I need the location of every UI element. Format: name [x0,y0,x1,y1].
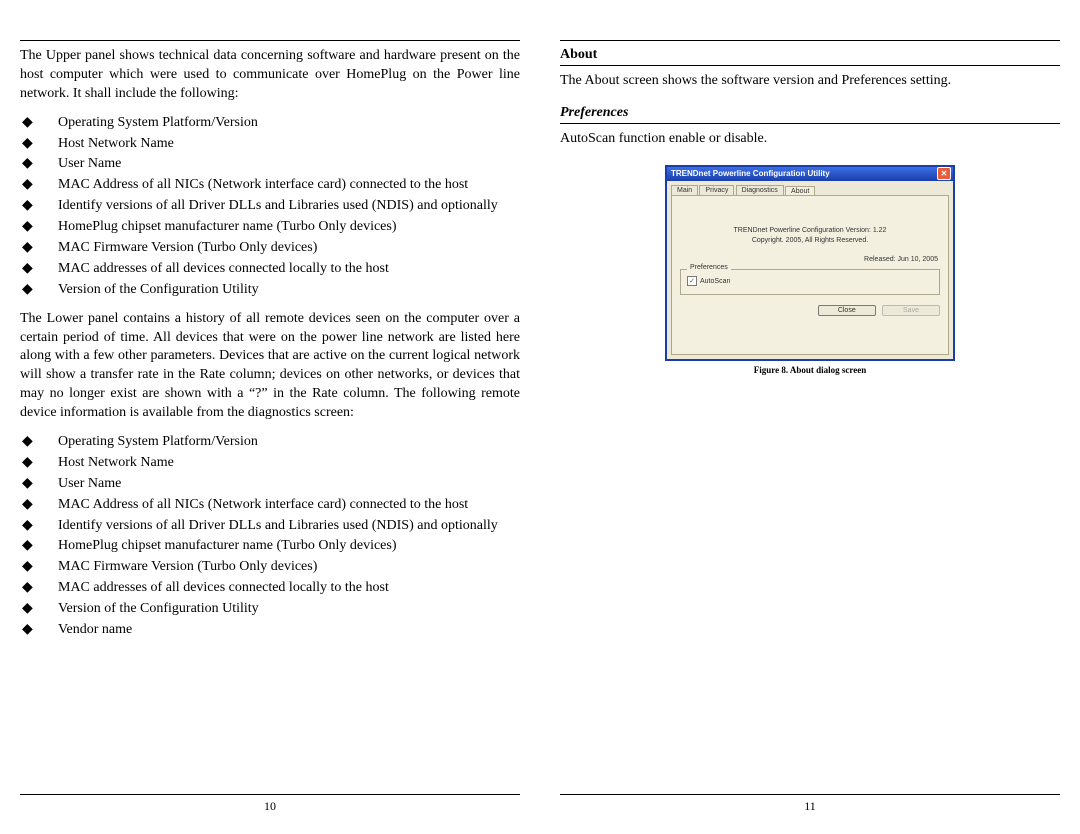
close-icon[interactable]: ✕ [937,167,951,180]
about-text: The About screen shows the software vers… [560,72,1060,91]
diamond-bullet: ◆ [20,135,58,154]
upper-panel-paragraph: The Upper panel shows technical data con… [20,47,520,104]
diamond-bullet: ◆ [20,218,58,237]
diamond-bullet: ◆ [20,621,58,640]
copyright-line: Copyright. 2005, All Rights Reserved. [678,236,942,246]
tab-diagnostics[interactable]: Diagnostics [736,185,784,195]
product-version-line: TRENDnet Powerline Configuration Version… [678,226,942,236]
released-line: Released: Jun 10, 2005 [678,256,938,263]
about-heading: About [560,47,1060,63]
close-button[interactable]: Close [818,305,876,316]
preferences-text: AutoScan function enable or disable. [560,130,1060,149]
window-title: TRENDnet Powerline Configuration Utility [671,169,937,178]
diamond-bullet: ◆ [20,558,58,577]
about-underline [560,65,1060,66]
tab-privacy[interactable]: Privacy [699,185,734,195]
preferences-heading: Preferences [560,105,1060,121]
autoscan-label: AutoScan [700,278,730,285]
titlebar: TRENDnet Powerline Configuration Utility… [667,167,953,181]
diamond-bullet: ◆ [20,454,58,473]
upper-panel-list: ◆Operating System Platform/Version ◆Host… [20,114,520,302]
diamond-bullet: ◆ [20,475,58,494]
page-number-right: 11 [560,799,1060,814]
diamond-bullet: ◆ [20,155,58,174]
diamond-bullet: ◆ [20,176,58,195]
page-number-left: 10 [20,799,520,814]
autoscan-checkbox[interactable]: ✓ [687,276,697,286]
lower-panel-list: ◆Operating System Platform/Version ◆Host… [20,433,520,642]
diamond-bullet: ◆ [20,239,58,258]
tab-panel-about: TRENDnet Powerline Configuration Version… [671,195,949,355]
tabs-row: Main Privacy Diagnostics About [667,181,953,195]
diamond-bullet: ◆ [20,197,58,216]
diamond-bullet: ◆ [20,600,58,619]
about-dialog-figure: TRENDnet Powerline Configuration Utility… [665,165,955,375]
diamond-bullet: ◆ [20,433,58,452]
tab-main[interactable]: Main [671,185,698,195]
diamond-bullet: ◆ [20,114,58,133]
save-button[interactable]: Save [882,305,940,316]
diamond-bullet: ◆ [20,260,58,279]
rule-bottom-left [20,794,520,795]
preferences-groupbox: Preferences ✓ AutoScan [680,269,940,295]
preferences-group-label: Preferences [687,264,731,271]
rule-bottom-right [560,794,1060,795]
lower-panel-paragraph: The Lower panel contains a history of al… [20,310,520,423]
diamond-bullet: ◆ [20,579,58,598]
diamond-bullet: ◆ [20,281,58,300]
diamond-bullet: ◆ [20,537,58,556]
app-window: TRENDnet Powerline Configuration Utility… [665,165,955,361]
preferences-underline [560,123,1060,124]
rule-top-left [20,40,520,41]
diamond-bullet: ◆ [20,517,58,536]
right-page: About The About screen shows the softwar… [560,40,1060,814]
left-page: The Upper panel shows technical data con… [20,40,520,814]
figure-caption: Figure 8. About dialog screen [665,365,955,375]
diamond-bullet: ◆ [20,496,58,515]
rule-top-right [560,40,1060,41]
